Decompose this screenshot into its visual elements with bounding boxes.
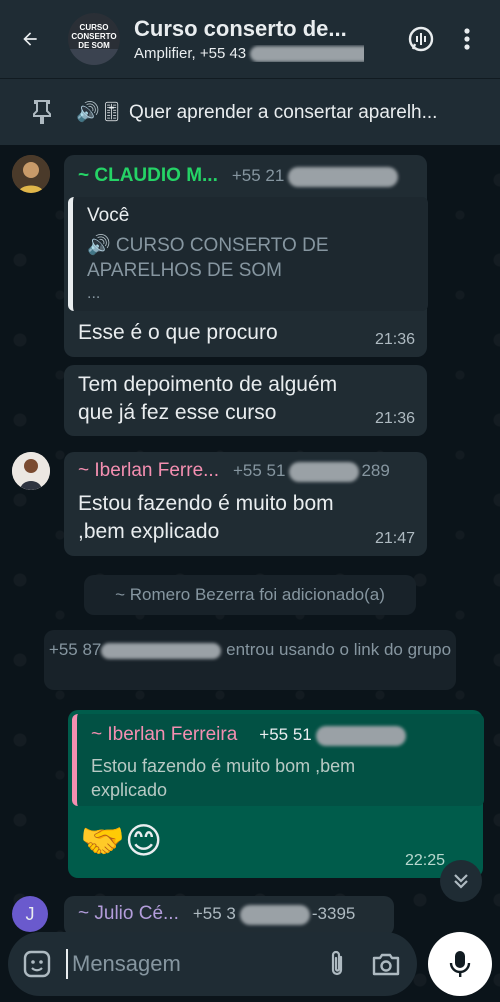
voice-chat-icon[interactable] bbox=[406, 24, 436, 54]
quote-text: Estou fazendo é muito bom ,bem explicado bbox=[91, 756, 356, 800]
message-text: Esse é o que procuro bbox=[78, 321, 278, 344]
group-avatar[interactable]: CURSO CONSERTO DE SOM bbox=[68, 13, 120, 65]
message-bubble[interactable]: ~ Iberlan Ferre... +55 51 289 Estou fazend… bbox=[64, 452, 427, 556]
quoted-message[interactable]: ~ Iberlan Ferreira +55 51 Estou fazendo é… bbox=[72, 714, 484, 806]
attach-icon[interactable] bbox=[325, 949, 349, 979]
message-composer: Mensagem bbox=[8, 932, 417, 996]
message-emojis: 🤝😊 bbox=[80, 820, 163, 861]
quote-author: ~ Iberlan Ferreira bbox=[91, 724, 238, 745]
message-time: 21:47 bbox=[374, 530, 415, 547]
sender-phone: +55 3 bbox=[192, 904, 236, 923]
mic-icon bbox=[449, 951, 471, 977]
message-time: 21:36 bbox=[374, 410, 415, 427]
sender-phone-end: -3395 bbox=[311, 904, 356, 923]
group-avatar-text: CURSO CONSERTO DE SOM bbox=[71, 23, 117, 50]
message-bubble[interactable]: ~ Julio Cé... +55 3 -3395 bbox=[64, 896, 394, 936]
sender-phone-end: 289 bbox=[361, 461, 390, 480]
camera-icon[interactable] bbox=[371, 951, 401, 977]
quote-phone: +55 51 bbox=[259, 725, 312, 744]
group-participants: Amplifier, +55 43 bbox=[134, 45, 364, 63]
avatar-julio[interactable]: J bbox=[12, 896, 48, 932]
sender-name[interactable]: ~ CLAUDIO M... bbox=[78, 165, 218, 186]
more-options-icon[interactable] bbox=[452, 24, 482, 54]
mic-button[interactable] bbox=[428, 932, 492, 996]
message-bubble[interactable]: ~ CLAUDIO M... +55 21 Você 🔊 CURSO CONSER… bbox=[64, 155, 428, 357]
avatar-claudio[interactable] bbox=[12, 155, 50, 193]
pinned-message-bar[interactable]: 🔊🎚 Quer aprender a consertar aparelh... bbox=[0, 78, 500, 145]
group-title: Curso conserto de... bbox=[134, 15, 347, 41]
quote-more: ... bbox=[87, 285, 101, 302]
message-time: 21:36 bbox=[374, 331, 415, 348]
quote-text: 🔊 CURSO CONSERTO DE APARELHOS DE SOM bbox=[87, 235, 329, 281]
pinned-message-text: 🔊🎚 Quer aprender a consertar aparelh... bbox=[76, 102, 438, 123]
quoted-message[interactable]: Você 🔊 CURSO CONSERTO DE APARELHOS DE SO… bbox=[68, 197, 428, 311]
message-bubble[interactable]: Tem depoimento de alguém que já fez esse… bbox=[64, 365, 427, 436]
back-arrow-icon[interactable] bbox=[20, 27, 40, 51]
outgoing-message-bubble[interactable]: ~ Iberlan Ferreira +55 51 Estou fazendo é… bbox=[68, 710, 484, 878]
chat-header: CURSO CONSERTO DE SOM Curso conserto de.… bbox=[0, 0, 500, 78]
sticker-icon[interactable] bbox=[22, 949, 52, 979]
sender-name[interactable]: ~ Julio Cé... bbox=[78, 903, 179, 924]
message-input[interactable]: Mensagem bbox=[66, 949, 325, 979]
group-info[interactable]: Curso conserto de... Amplifier, +55 43 bbox=[134, 15, 406, 63]
system-message-added: ~ Romero Bezerra foi adicionado(a) bbox=[84, 575, 416, 615]
sender-phone: +55 51 bbox=[232, 461, 286, 480]
message-text: Estou fazendo é muito bom ,bem explicado bbox=[78, 492, 334, 543]
avatar-iberlan[interactable] bbox=[12, 452, 50, 490]
quote-author: Você bbox=[87, 205, 130, 226]
message-text: Tem depoimento de alguém que já fez esse… bbox=[78, 373, 338, 424]
system-message-joined: +55 87 entrou usando o link do grupo bbox=[44, 630, 456, 690]
message-time: 22:25 bbox=[404, 852, 445, 869]
pin-icon bbox=[20, 99, 64, 125]
sender-phone: +55 21 bbox=[231, 166, 285, 185]
scroll-to-bottom-button[interactable] bbox=[440, 860, 482, 902]
sender-name[interactable]: ~ Iberlan Ferre... bbox=[78, 460, 219, 481]
double-chevron-down-icon bbox=[454, 874, 468, 889]
